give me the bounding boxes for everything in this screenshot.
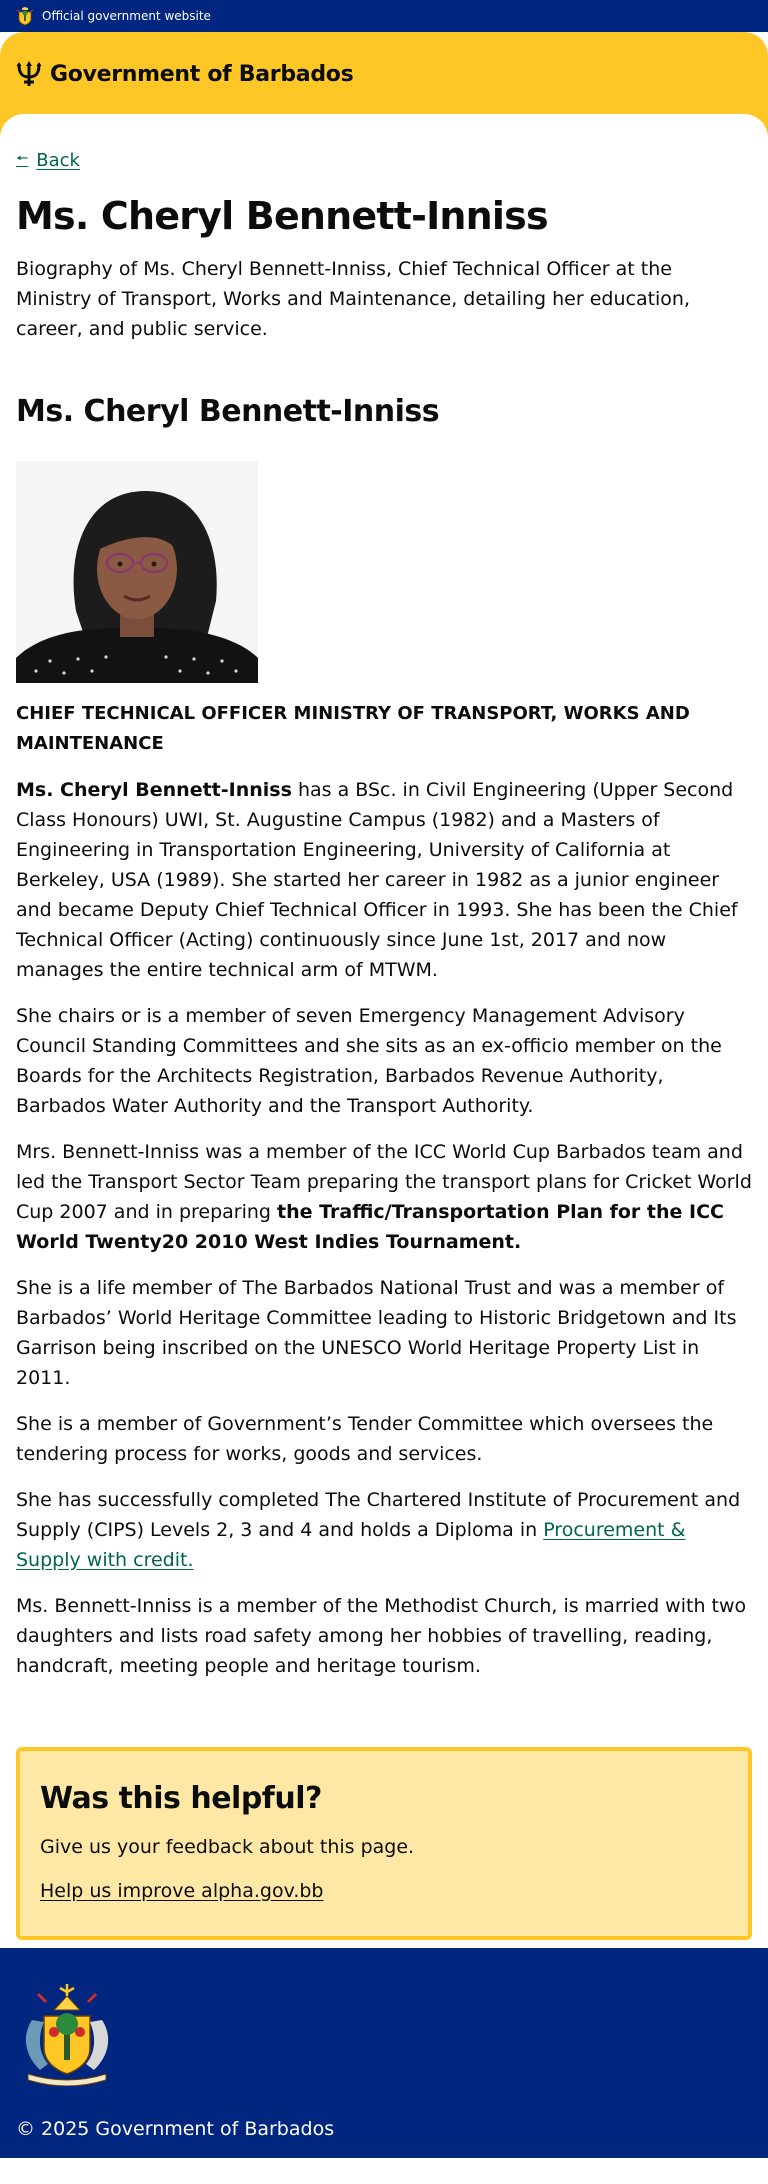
bio-paragraph-education-text: has a BSc. in Civil Engineering (Upper S… [16,778,738,981]
bio-paragraph-committees: She chairs or is a member of seven Emerg… [16,1004,722,1117]
main-content: 🠔 Back Ms. Cheryl Bennett-Inniss Biograp… [0,114,768,1940]
page-summary: Biography of Ms. Cheryl Bennett-Inniss, … [16,257,691,340]
official-banner: Official government website [0,0,768,32]
bio-paragraph-education: Ms. Cheryl Bennett-Inniss has a BSc. in … [16,775,752,985]
bio-paragraph-cricket: Mrs. Bennett-Inniss was a member of the … [16,1137,752,1257]
coat-of-arms-icon [16,1980,118,2087]
copyright-text: © 2025 Government of Barbados [16,2117,335,2140]
site-footer: © 2025 Government of Barbados [0,1947,768,2158]
bio-paragraph-tender: She is a member of Government’s Tender C… [16,1412,714,1465]
feedback-text: Give us your feedback about this page. [40,1835,415,1858]
feedback-link[interactable]: Help us improve alpha.gov.bb [40,1880,324,1902]
back-arrow-icon: 🠔 [16,151,29,167]
bio-paragraph-heritage: She is a life member of The Barbados Nat… [16,1276,737,1389]
bio-paragraph-cips: She has successfully completed The Chart… [16,1485,752,1575]
bio-paragraph-personal: Ms. Bennett-Inniss is a member of the Me… [16,1594,747,1677]
back-link-label: Back [36,149,80,171]
brand-home-link[interactable]: Government of Barbados [16,60,752,88]
bio-name-bold: Ms. Cheryl Bennett-Inniss [16,778,292,801]
trident-icon [16,60,42,88]
feedback-panel: Was this helpful? Give us your feedback … [16,1746,752,1940]
official-banner-text: Official government website [42,9,211,23]
back-link[interactable]: 🠔 Back [16,148,80,172]
brand-name: Government of Barbados [50,61,354,87]
coat-of-arms-icon [16,6,34,26]
bio-heading: Ms. Cheryl Bennett-Inniss [16,393,440,429]
feedback-title: Was this helpful? [40,1780,322,1816]
page-title: Ms. Cheryl Bennett-Inniss [16,194,549,238]
role-title: CHIEF TECHNICAL OFFICER MINISTRY OF TRAN… [16,702,690,754]
portrait-photo [16,460,258,683]
